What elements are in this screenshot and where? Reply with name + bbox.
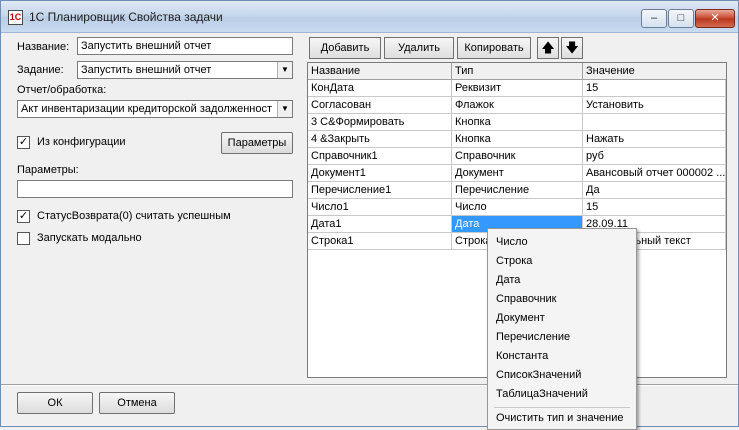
cell-name[interactable]: Документ1	[308, 165, 452, 181]
menu-item-number[interactable]: Число	[496, 236, 528, 248]
from-config-label: Из конфигурации	[37, 136, 126, 148]
params-label: Параметры:	[17, 164, 79, 176]
minimize-button[interactable]: –	[641, 9, 667, 28]
cell-name[interactable]: Число1	[308, 199, 452, 215]
menu-item-document[interactable]: Документ	[496, 312, 545, 324]
cell-name[interactable]: 3 С&Формировать	[308, 114, 452, 130]
cell-name[interactable]: Дата1	[308, 216, 452, 232]
task-label: Задание:	[17, 64, 64, 76]
from-config-checkbox[interactable]: ✓	[17, 136, 30, 149]
menu-item-enum[interactable]: Перечисление	[496, 331, 570, 343]
column-header-type[interactable]: Тип	[452, 63, 583, 80]
cell-value[interactable]: Авансовый отчет 000002 ...	[583, 165, 726, 181]
column-header-name[interactable]: Название	[308, 63, 452, 80]
status-label: СтатусВозврата(0) считать успешным	[37, 210, 231, 222]
delete-button[interactable]: Удалить	[384, 37, 454, 59]
move-up-icon[interactable]: 🡅	[537, 37, 559, 59]
cancel-button[interactable]: Отмена	[99, 392, 175, 414]
cell-value[interactable]: Да	[583, 182, 726, 198]
menu-item-value-list[interactable]: СписокЗначений	[496, 369, 581, 381]
menu-item-constant[interactable]: Константа	[496, 350, 548, 362]
cell-name[interactable]: Перечисление1	[308, 182, 452, 198]
cell-name[interactable]: КонДата	[308, 80, 452, 96]
table-row[interactable]: Документ1 Документ Авансовый отчет 00000…	[308, 165, 726, 182]
modal-label: Запускать модально	[37, 232, 142, 244]
parameters-button[interactable]: Параметры	[221, 132, 293, 154]
task-properties-window: 1C 1С Планировщик Свойства задачи – □ ✕ …	[0, 0, 739, 430]
cell-type[interactable]: Справочник	[452, 148, 583, 164]
cell-name[interactable]: Справочник1	[308, 148, 452, 164]
params-input[interactable]	[17, 180, 293, 198]
table-row[interactable]: Справочник1 Справочник руб	[308, 148, 726, 165]
table-row[interactable]: Согласован Флажок Установить	[308, 97, 726, 114]
column-header-value[interactable]: Значение	[583, 63, 726, 80]
chevron-down-icon[interactable]: ▼	[277, 62, 292, 78]
status-checkbox[interactable]: ✓	[17, 210, 30, 223]
cell-type[interactable]: Число	[452, 199, 583, 215]
cell-value[interactable]: руб	[583, 148, 726, 164]
close-button[interactable]: ✕	[695, 9, 735, 28]
task-dropdown[interactable]: Запустить внешний отчет ▼	[77, 61, 293, 79]
menu-item-value-table[interactable]: ТаблицаЗначений	[496, 388, 588, 400]
menu-item-catalog[interactable]: Справочник	[496, 293, 557, 305]
move-down-icon[interactable]: 🡇	[561, 37, 583, 59]
task-dropdown-value: Запустить внешний отчет	[81, 64, 212, 76]
app-icon: 1C	[8, 10, 23, 25]
cell-type[interactable]: Перечисление	[452, 182, 583, 198]
cell-value[interactable]: Нажать	[583, 131, 726, 147]
cell-value[interactable]: 15	[583, 80, 726, 96]
cell-type[interactable]: Кнопка	[452, 131, 583, 147]
title-bar[interactable]: 1C 1С Планировщик Свойства задачи – □ ✕	[1, 1, 738, 33]
table-header: Название Тип Значение	[308, 63, 726, 80]
cell-name[interactable]: Согласован	[308, 97, 452, 113]
menu-item-string[interactable]: Строка	[496, 255, 532, 267]
type-context-menu: Число Строка Дата Справочник Документ Пе…	[487, 228, 637, 430]
cell-type[interactable]: Кнопка	[452, 114, 583, 130]
chevron-down-icon[interactable]: ▼	[277, 101, 292, 117]
report-label: Отчет/обработка:	[17, 84, 107, 96]
cell-value[interactable]	[583, 114, 726, 130]
maximize-button[interactable]: □	[668, 9, 694, 28]
report-dropdown-value: Акт инвентаризации кредиторской задолжен…	[21, 103, 273, 115]
window-title: 1С Планировщик Свойства задачи	[29, 10, 223, 24]
table-row[interactable]: 4 &Закрыть Кнопка Нажать	[308, 131, 726, 148]
menu-item-clear-type[interactable]: Очистить тип и значение	[496, 412, 624, 424]
copy-button[interactable]: Копировать	[457, 37, 531, 59]
cell-value[interactable]: Установить	[583, 97, 726, 113]
add-button[interactable]: Добавить	[309, 37, 381, 59]
menu-item-date[interactable]: Дата	[496, 274, 520, 286]
name-input[interactable]: Запустить внешний отчет	[77, 37, 293, 55]
report-dropdown[interactable]: Акт инвентаризации кредиторской задолжен…	[17, 100, 293, 118]
cell-type[interactable]: Флажок	[452, 97, 583, 113]
menu-separator	[494, 407, 630, 408]
table-row[interactable]: Число1 Число 15	[308, 199, 726, 216]
cell-type[interactable]: Документ	[452, 165, 583, 181]
name-label: Название:	[17, 41, 70, 53]
table-row[interactable]: 3 С&Формировать Кнопка	[308, 114, 726, 131]
ok-button[interactable]: ОК	[17, 392, 93, 414]
table-row[interactable]: Перечисление1 Перечисление Да	[308, 182, 726, 199]
cell-name[interactable]: Строка1	[308, 233, 452, 249]
cell-name[interactable]: 4 &Закрыть	[308, 131, 452, 147]
cell-type[interactable]: Реквизит	[452, 80, 583, 96]
table-row[interactable]: КонДата Реквизит 15	[308, 80, 726, 97]
cell-value[interactable]: 15	[583, 199, 726, 215]
modal-checkbox[interactable]	[17, 232, 30, 245]
